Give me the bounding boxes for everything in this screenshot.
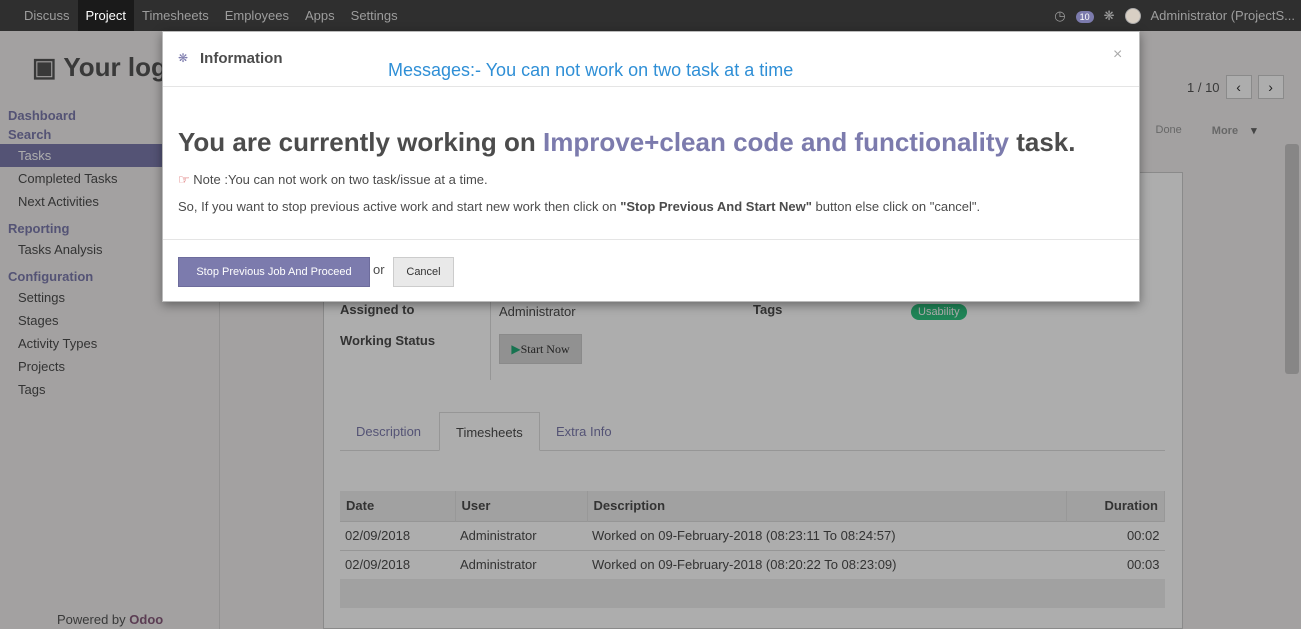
clock-icon[interactable]: ◷ bbox=[1054, 8, 1065, 24]
chat-icon[interactable]: 10 bbox=[1075, 8, 1094, 23]
menu-project[interactable]: Project bbox=[77, 0, 134, 31]
heading-suffix: task. bbox=[1008, 127, 1076, 157]
current-task-name: Improve+clean code and functionality bbox=[543, 127, 1009, 157]
menu-discuss[interactable]: Discuss bbox=[16, 0, 78, 31]
app-menu: Discuss Project Timesheets Employees App… bbox=[16, 0, 406, 31]
top-navbar: Discuss Project Timesheets Employees App… bbox=[0, 0, 1301, 31]
dialog-message: Messages:- You can not work on two task … bbox=[388, 60, 794, 80]
bug-icon: ❋ bbox=[178, 51, 189, 65]
note-text: Note :You can not work on two task/issue… bbox=[193, 172, 488, 187]
information-dialog: ❋ Information Messages:- You can not wor… bbox=[162, 31, 1140, 302]
systray: ◷ 10 ❋ Administrator (ProjectS... bbox=[1054, 0, 1301, 31]
or-label: or bbox=[373, 262, 385, 277]
dialog-title: Information bbox=[200, 50, 283, 67]
bug-icon[interactable]: ❋ bbox=[1104, 8, 1115, 24]
message-count-badge: 10 bbox=[1075, 11, 1094, 23]
dialog-instruction: So, If you want to stop previous active … bbox=[178, 199, 980, 214]
menu-settings[interactable]: Settings bbox=[343, 0, 406, 31]
dialog-heading: You are currently working on Improve+cle… bbox=[178, 127, 1075, 158]
instruction-bold: "Stop Previous And Start New" bbox=[620, 199, 812, 214]
dialog-header: ❋ Information Messages:- You can not wor… bbox=[163, 32, 1139, 87]
menu-apps[interactable]: Apps bbox=[297, 0, 343, 31]
menu-timesheets[interactable]: Timesheets bbox=[134, 0, 217, 31]
user-menu[interactable]: Administrator (ProjectS... bbox=[1151, 8, 1296, 23]
close-icon[interactable]: × bbox=[1113, 46, 1122, 64]
cancel-button[interactable]: Cancel bbox=[393, 257, 454, 287]
stop-previous-job-button[interactable]: Stop Previous Job And Proceed bbox=[178, 257, 370, 287]
menu-employees[interactable]: Employees bbox=[217, 0, 297, 31]
dialog-footer: Stop Previous Job And Proceed or Cancel bbox=[163, 239, 1139, 302]
hand-pointer-icon: ☞ bbox=[178, 172, 190, 187]
dialog-note: ☞ Note :You can not work on two task/iss… bbox=[178, 172, 488, 188]
instruction-prefix: So, If you want to stop previous active … bbox=[178, 199, 621, 214]
avatar[interactable] bbox=[1124, 7, 1141, 24]
heading-prefix: You are currently working on bbox=[178, 127, 544, 157]
instruction-suffix: button else click on "cancel". bbox=[811, 199, 981, 214]
